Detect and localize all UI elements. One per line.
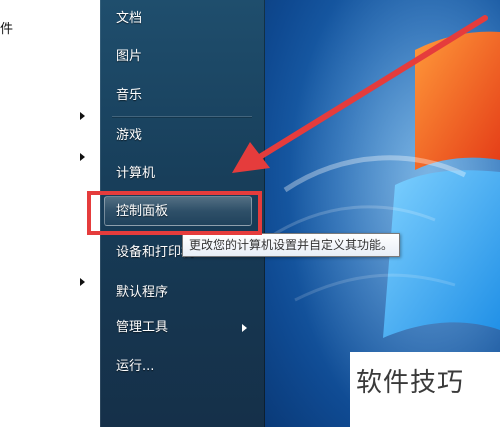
watermark-text: 软件技巧 xyxy=(350,352,500,427)
